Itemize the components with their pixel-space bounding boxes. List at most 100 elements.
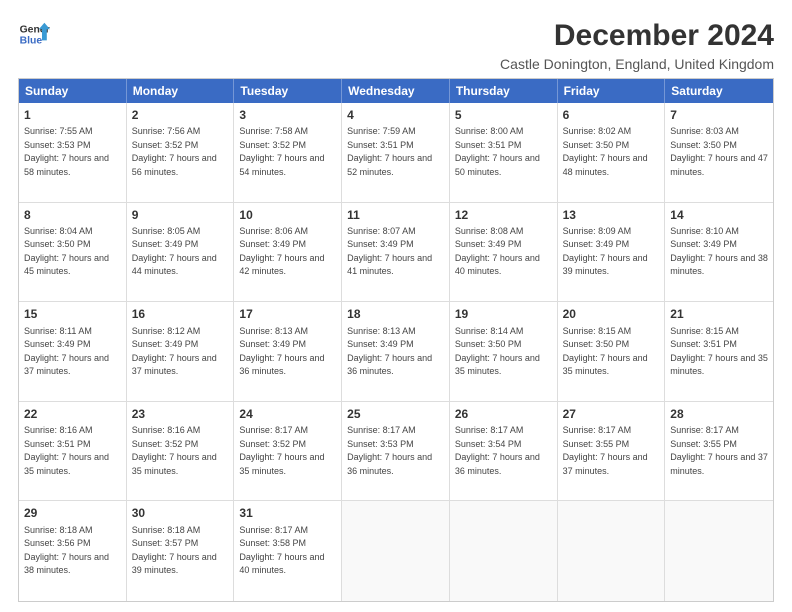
calendar-cell: 9Sunrise: 8:05 AMSunset: 3:49 PMDaylight…	[127, 203, 235, 302]
calendar-cell: 5Sunrise: 8:00 AMSunset: 3:51 PMDaylight…	[450, 103, 558, 202]
calendar-cell: 3Sunrise: 7:58 AMSunset: 3:52 PMDaylight…	[234, 103, 342, 202]
day-number: 25	[347, 406, 444, 423]
day-number: 27	[563, 406, 660, 423]
main-title: December 2024	[500, 18, 774, 54]
header: General Blue December 2024 Castle Doning…	[18, 18, 774, 72]
day-of-week-header: Sunday	[19, 79, 127, 103]
calendar-cell	[450, 501, 558, 601]
day-number: 7	[670, 107, 768, 124]
day-number: 9	[132, 207, 229, 224]
cell-info: Sunrise: 8:17 AMSunset: 3:53 PMDaylight:…	[347, 424, 444, 478]
calendar-cell: 27Sunrise: 8:17 AMSunset: 3:55 PMDayligh…	[558, 402, 666, 501]
cell-info: Sunrise: 8:17 AMSunset: 3:55 PMDaylight:…	[670, 424, 768, 478]
calendar-cell: 2Sunrise: 7:56 AMSunset: 3:52 PMDaylight…	[127, 103, 235, 202]
day-number: 11	[347, 207, 444, 224]
calendar-cell: 17 Sunrise: 8:13 AMSunset: 3:49 PMDayligh…	[234, 302, 342, 401]
calendar-cell: 28Sunrise: 8:17 AMSunset: 3:55 PMDayligh…	[665, 402, 773, 501]
day-number: 18	[347, 306, 444, 323]
calendar-cell: 23Sunrise: 8:16 AMSunset: 3:52 PMDayligh…	[127, 402, 235, 501]
cell-info: Sunrise: 8:11 AMSunset: 3:49 PMDaylight:…	[24, 325, 121, 379]
cell-info: Sunrise: 7:59 AMSunset: 3:51 PMDaylight:…	[347, 125, 444, 179]
day-number: 5	[455, 107, 552, 124]
cell-info: Sunrise: 8:15 AMSunset: 3:50 PMDaylight:…	[563, 325, 660, 379]
cell-info: Sunrise: 8:00 AMSunset: 3:51 PMDaylight:…	[455, 125, 552, 179]
day-number: 26	[455, 406, 552, 423]
calendar-cell	[342, 501, 450, 601]
day-number: 8	[24, 207, 121, 224]
day-number: 3	[239, 107, 336, 124]
calendar-cell: 15 Sunrise: 8:11 AMSunset: 3:49 PMDayligh…	[19, 302, 127, 401]
day-number: 28	[670, 406, 768, 423]
day-number: 17	[239, 306, 336, 323]
cell-info: Sunrise: 8:04 AMSunset: 3:50 PMDaylight:…	[24, 225, 121, 279]
day-number: 1	[24, 107, 121, 124]
cell-info: Sunrise: 8:14 AMSunset: 3:50 PMDaylight:…	[455, 325, 552, 379]
cell-info: Sunrise: 8:17 AMSunset: 3:54 PMDaylight:…	[455, 424, 552, 478]
calendar-cell: 20Sunrise: 8:15 AMSunset: 3:50 PMDayligh…	[558, 302, 666, 401]
calendar-cell: 12Sunrise: 8:08 AMSunset: 3:49 PMDayligh…	[450, 203, 558, 302]
cell-info: Sunrise: 8:15 AMSunset: 3:51 PMDaylight:…	[670, 325, 768, 379]
cell-info: Sunrise: 8:17 AMSunset: 3:55 PMDaylight:…	[563, 424, 660, 478]
day-number: 10	[239, 207, 336, 224]
calendar-header: SundayMondayTuesdayWednesdayThursdayFrid…	[19, 79, 773, 103]
calendar-cell: 24Sunrise: 8:17 AMSunset: 3:52 PMDayligh…	[234, 402, 342, 501]
calendar-cell: 10Sunrise: 8:06 AMSunset: 3:49 PMDayligh…	[234, 203, 342, 302]
calendar-cell: 13Sunrise: 8:09 AMSunset: 3:49 PMDayligh…	[558, 203, 666, 302]
cell-info: Sunrise: 8:07 AMSunset: 3:49 PMDaylight:…	[347, 225, 444, 279]
day-number: 29	[24, 505, 121, 522]
day-number: 2	[132, 107, 229, 124]
cell-info: Sunrise: 8:06 AMSunset: 3:49 PMDaylight:…	[239, 225, 336, 279]
cell-info: Sunrise: 8:13 AMSunset: 3:49 PMDaylight:…	[239, 325, 336, 379]
day-of-week-header: Monday	[127, 79, 235, 103]
cell-info: Sunrise: 7:55 AMSunset: 3:53 PMDaylight:…	[24, 125, 121, 179]
day-of-week-header: Thursday	[450, 79, 558, 103]
day-number: 13	[563, 207, 660, 224]
day-number: 15	[24, 306, 121, 323]
calendar-cell: 11Sunrise: 8:07 AMSunset: 3:49 PMDayligh…	[342, 203, 450, 302]
day-number: 12	[455, 207, 552, 224]
cell-info: Sunrise: 8:03 AMSunset: 3:50 PMDaylight:…	[670, 125, 768, 179]
logo: General Blue	[18, 18, 50, 50]
title-block: December 2024 Castle Donington, England,…	[500, 18, 774, 72]
cell-info: Sunrise: 8:16 AMSunset: 3:51 PMDaylight:…	[24, 424, 121, 478]
day-number: 24	[239, 406, 336, 423]
cell-info: Sunrise: 8:12 AMSunset: 3:49 PMDaylight:…	[132, 325, 229, 379]
calendar-cell: 4Sunrise: 7:59 AMSunset: 3:51 PMDaylight…	[342, 103, 450, 202]
calendar-cell: 1Sunrise: 7:55 AMSunset: 3:53 PMDaylight…	[19, 103, 127, 202]
calendar-cell: 7Sunrise: 8:03 AMSunset: 3:50 PMDaylight…	[665, 103, 773, 202]
cell-info: Sunrise: 7:58 AMSunset: 3:52 PMDaylight:…	[239, 125, 336, 179]
day-number: 4	[347, 107, 444, 124]
calendar-row: 1Sunrise: 7:55 AMSunset: 3:53 PMDaylight…	[19, 103, 773, 203]
calendar-cell: 8Sunrise: 8:04 AMSunset: 3:50 PMDaylight…	[19, 203, 127, 302]
cell-info: Sunrise: 8:18 AMSunset: 3:56 PMDaylight:…	[24, 524, 121, 578]
day-number: 19	[455, 306, 552, 323]
calendar-row: 8Sunrise: 8:04 AMSunset: 3:50 PMDaylight…	[19, 203, 773, 303]
day-number: 21	[670, 306, 768, 323]
day-number: 30	[132, 505, 229, 522]
cell-info: Sunrise: 8:02 AMSunset: 3:50 PMDaylight:…	[563, 125, 660, 179]
day-of-week-header: Friday	[558, 79, 666, 103]
calendar-body: 1Sunrise: 7:55 AMSunset: 3:53 PMDaylight…	[19, 103, 773, 601]
subtitle: Castle Donington, England, United Kingdo…	[500, 56, 774, 72]
page: General Blue December 2024 Castle Doning…	[0, 0, 792, 612]
calendar-cell: 30Sunrise: 8:18 AMSunset: 3:57 PMDayligh…	[127, 501, 235, 601]
cell-info: Sunrise: 8:16 AMSunset: 3:52 PMDaylight:…	[132, 424, 229, 478]
calendar-cell: 26Sunrise: 8:17 AMSunset: 3:54 PMDayligh…	[450, 402, 558, 501]
calendar-cell: 21 Sunrise: 8:15 AMSunset: 3:51 PMDayligh…	[665, 302, 773, 401]
day-number: 14	[670, 207, 768, 224]
day-of-week-header: Tuesday	[234, 79, 342, 103]
day-of-week-header: Wednesday	[342, 79, 450, 103]
cell-info: Sunrise: 8:09 AMSunset: 3:49 PMDaylight:…	[563, 225, 660, 279]
day-number: 23	[132, 406, 229, 423]
cell-info: Sunrise: 8:17 AMSunset: 3:58 PMDaylight:…	[239, 524, 336, 578]
calendar-cell: 29 Sunrise: 8:18 AMSunset: 3:56 PMDayligh…	[19, 501, 127, 601]
day-number: 31	[239, 505, 336, 522]
cell-info: Sunrise: 8:13 AMSunset: 3:49 PMDaylight:…	[347, 325, 444, 379]
calendar-cell	[558, 501, 666, 601]
calendar-cell: 6Sunrise: 8:02 AMSunset: 3:50 PMDaylight…	[558, 103, 666, 202]
calendar-cell: 14Sunrise: 8:10 AMSunset: 3:49 PMDayligh…	[665, 203, 773, 302]
day-number: 6	[563, 107, 660, 124]
calendar: SundayMondayTuesdayWednesdayThursdayFrid…	[18, 78, 774, 602]
cell-info: Sunrise: 8:17 AMSunset: 3:52 PMDaylight:…	[239, 424, 336, 478]
cell-info: Sunrise: 8:10 AMSunset: 3:49 PMDaylight:…	[670, 225, 768, 279]
